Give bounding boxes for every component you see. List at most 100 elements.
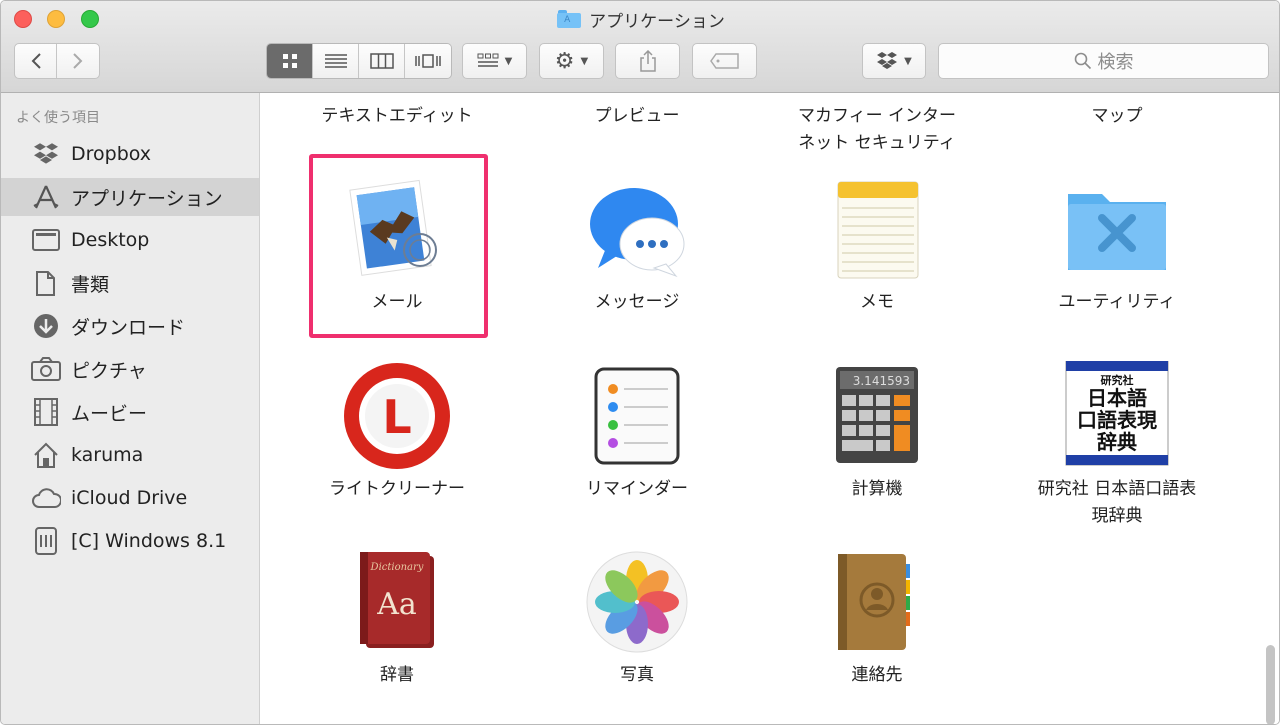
chevron-down-icon: ▼: [904, 55, 912, 67]
back-button[interactable]: [15, 44, 58, 78]
sidebar-item-label: Desktop: [71, 229, 150, 251]
item-label-preview[interactable]: プレビュー: [527, 103, 747, 130]
folder-icon: A: [557, 10, 582, 28]
search-field[interactable]: 検索: [938, 43, 1269, 79]
toolbar: A アプリケーション ▼ ⚙ ▼ ▼ 検索: [1, 1, 1279, 93]
chevron-right-icon: [73, 53, 83, 69]
item-label-contacts[interactable]: 連絡先: [767, 662, 987, 689]
action-button[interactable]: ⚙ ▼: [539, 43, 604, 79]
sidebar-item-home[interactable]: karuma: [1, 436, 259, 474]
sidebar-item-label: [C] Windows 8.1: [71, 530, 227, 552]
applications-icon: [31, 182, 61, 212]
utilities-folder-icon[interactable]: [1062, 176, 1172, 286]
item-label-messages[interactable]: メッセージ: [527, 289, 747, 316]
grid-icon: [282, 54, 297, 68]
tag-icon: [709, 53, 739, 69]
drive-icon: [31, 526, 61, 556]
sidebar-item-dropbox[interactable]: Dropbox: [1, 135, 259, 173]
item-label-kenkyusha-line2[interactable]: 現辞典: [1007, 503, 1227, 530]
item-label-photos[interactable]: 写真: [527, 662, 747, 689]
columns-icon: [369, 53, 394, 69]
dropbox-icon: [31, 139, 61, 169]
chevron-left-icon: [31, 53, 41, 69]
mail-icon[interactable]: [342, 176, 452, 286]
forward-button[interactable]: [57, 44, 99, 78]
sidebar-item-windows-drive[interactable]: [C] Windows 8.1: [1, 522, 259, 560]
item-label-dictionary[interactable]: 辞書: [287, 662, 507, 689]
item-label-mcafee-line1[interactable]: マカフィー インター: [767, 103, 987, 130]
nav-buttons: [14, 43, 100, 79]
sidebar-item-applications[interactable]: アプリケーション: [1, 178, 259, 216]
film-icon: [31, 397, 61, 427]
svg-text:3.141593: 3.141593: [853, 374, 910, 388]
calculator-icon[interactable]: 3.141593: [822, 361, 932, 471]
sidebar-item-icloud-drive[interactable]: iCloud Drive: [1, 479, 259, 517]
window-title: A アプリケーション: [1, 7, 1279, 32]
sidebar-item-label: iCloud Drive: [71, 487, 188, 509]
sidebar-item-desktop[interactable]: Desktop: [1, 221, 259, 259]
tag-button[interactable]: [692, 43, 757, 79]
sidebar-item-label: ピクチャ: [71, 359, 147, 382]
list-icon: [324, 54, 347, 68]
svg-text:辞典: 辞典: [1097, 430, 1137, 454]
svg-text:研究社: 研究社: [1101, 373, 1134, 387]
cover-flow-view-button[interactable]: [405, 44, 451, 78]
icon-view-button[interactable]: [267, 44, 313, 78]
cover-flow-icon: [415, 54, 441, 68]
photos-icon[interactable]: [582, 548, 692, 658]
share-icon: [639, 50, 656, 72]
download-icon: [31, 311, 61, 341]
sidebar-heading: よく使う項目: [16, 110, 100, 126]
svg-text:日本語: 日本語: [1087, 386, 1147, 410]
sidebar: よく使う項目 Dropbox アプリケーション Desktop 書類 ダウンロー…: [1, 93, 260, 724]
sidebar-item-label: 書類: [71, 273, 110, 296]
sidebar-item-movies[interactable]: ムービー: [1, 393, 259, 431]
svg-text:口語表現: 口語表現: [1077, 408, 1157, 432]
item-label-reminders[interactable]: リマインダー: [527, 476, 747, 503]
dropbox-icon: [877, 52, 898, 69]
contacts-icon[interactable]: [822, 548, 932, 658]
sidebar-item-downloads[interactable]: ダウンロード: [1, 307, 259, 345]
sidebar-item-label: Dropbox: [71, 143, 152, 165]
item-label-lite-cleaner[interactable]: ライトクリーナー: [287, 476, 507, 503]
cloud-icon: [31, 483, 61, 513]
item-label-utilities[interactable]: ユーティリティ: [1007, 289, 1227, 316]
svg-text:Aa: Aa: [376, 587, 417, 622]
item-label-maps[interactable]: マップ: [1007, 103, 1227, 130]
sidebar-item-documents[interactable]: 書類: [1, 264, 259, 302]
item-label-mcafee-line2[interactable]: ネット セキュリティ: [767, 130, 987, 157]
reminders-icon[interactable]: [582, 361, 692, 471]
window-title-text: アプリケーション: [589, 11, 725, 32]
item-label-mail[interactable]: メール: [287, 289, 507, 316]
item-label-kenkyusha-line1[interactable]: 研究社 日本語口語表: [1007, 476, 1227, 503]
gear-icon: ⚙: [554, 48, 575, 74]
dictionary-icon[interactable]: Dictionary Aa: [342, 548, 452, 658]
camera-icon: [31, 354, 61, 384]
finder-window: A アプリケーション ▼ ⚙ ▼ ▼ 検索 よく使う項目 Dropbox アプリ…: [0, 0, 1280, 725]
item-label-calculator[interactable]: 計算機: [767, 476, 987, 503]
lite-cleaner-icon[interactable]: L: [342, 361, 452, 471]
sidebar-item-label: アプリケーション: [71, 187, 223, 210]
documents-icon: [31, 268, 61, 298]
column-view-button[interactable]: [359, 44, 405, 78]
home-icon: [31, 440, 61, 470]
dictionary-book-icon[interactable]: 研究社 日本語 口語表現 辞典: [1062, 360, 1172, 471]
sidebar-item-pictures[interactable]: ピクチャ: [1, 350, 259, 388]
vertical-scrollbar[interactable]: [1266, 645, 1275, 724]
svg-text:L: L: [382, 390, 411, 444]
search-placeholder: 検索: [1097, 52, 1134, 73]
item-label-textedit[interactable]: テキストエディット: [287, 103, 507, 130]
arrange-icon: [477, 53, 499, 67]
share-button[interactable]: [615, 43, 680, 79]
desktop-icon: [31, 225, 61, 255]
messages-icon[interactable]: [582, 176, 692, 286]
dropbox-toolbar-button[interactable]: ▼: [862, 43, 926, 79]
item-label-notes[interactable]: メモ: [767, 289, 987, 316]
list-view-button[interactable]: [313, 44, 359, 78]
sidebar-item-label: ムービー: [71, 402, 148, 425]
search-icon: [1074, 52, 1091, 70]
svg-text:Dictionary: Dictionary: [370, 562, 424, 573]
arrange-button[interactable]: ▼: [462, 43, 527, 79]
notes-icon[interactable]: [822, 176, 932, 286]
view-mode-control: [266, 43, 452, 79]
